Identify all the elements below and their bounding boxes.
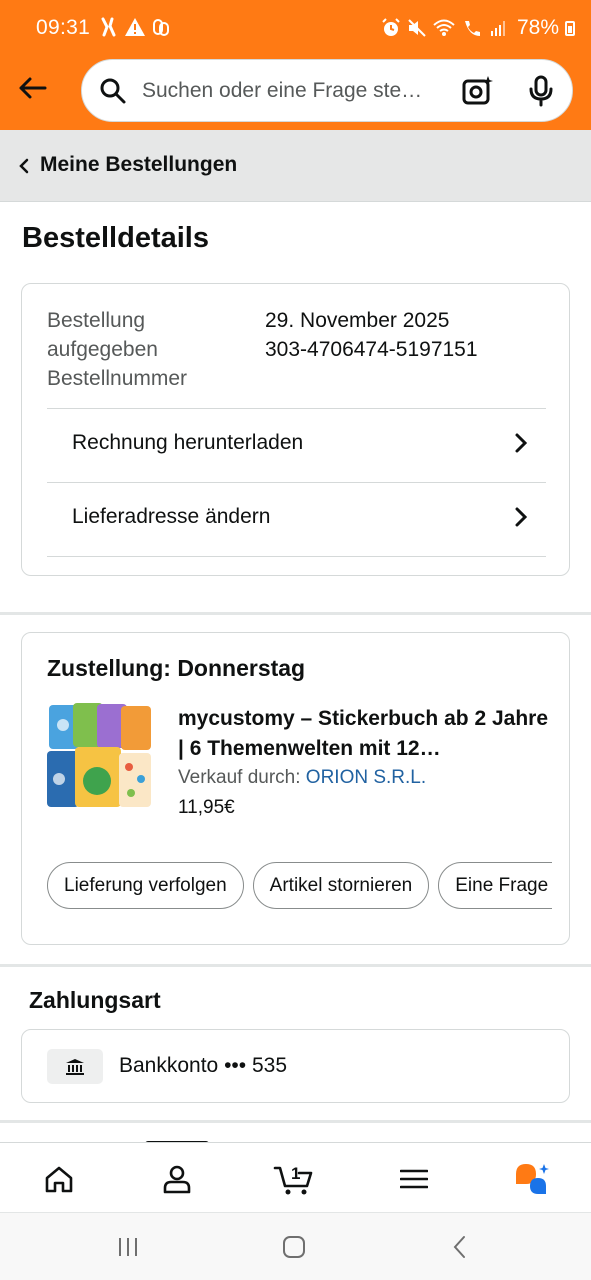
app-notification-icon bbox=[101, 17, 116, 37]
microphone-icon[interactable] bbox=[528, 75, 554, 112]
system-status-icons bbox=[381, 18, 509, 38]
order-number-label: Bestellnummer bbox=[47, 367, 188, 390]
wifi-icon bbox=[433, 19, 455, 36]
payment-heading: Zahlungsart bbox=[29, 987, 161, 1013]
chevron-left-icon bbox=[18, 157, 30, 180]
system-back-icon[interactable] bbox=[440, 1231, 480, 1263]
product-image[interactable] bbox=[47, 701, 153, 809]
bank-icon bbox=[47, 1049, 103, 1084]
notification-icons bbox=[100, 17, 170, 37]
wifi-call-icon bbox=[465, 21, 480, 36]
product-title[interactable]: mycustomy – Stickerbuch ab 2 Jahre | 6 T… bbox=[178, 704, 548, 764]
recent-apps-icon[interactable] bbox=[108, 1231, 148, 1263]
home-icon[interactable] bbox=[37, 1157, 81, 1201]
bottom-navigation: 1 bbox=[0, 1142, 591, 1212]
order-info-values: 29. November 2025 303-4706474-5197151 bbox=[265, 306, 478, 364]
order-placed-label: Bestellung aufgegeben bbox=[47, 309, 158, 361]
change-address-row[interactable]: Lieferadresse ändern bbox=[47, 482, 546, 556]
track-delivery-button[interactable]: Lieferung verfolgen bbox=[47, 862, 244, 909]
product-price: 11,95€ bbox=[178, 797, 235, 818]
chevron-right-icon bbox=[514, 506, 528, 533]
alarm-icon bbox=[382, 18, 400, 36]
section-divider bbox=[0, 612, 591, 615]
action-chips: Lieferung verfolgen Artikel stornieren Ein… bbox=[47, 862, 552, 910]
cart-icon[interactable]: 1 bbox=[272, 1157, 316, 1201]
app-header: 09:31 78% Suchen oder eine Frage ste… bbox=[0, 0, 591, 130]
cancel-item-button[interactable]: Artikel stornieren bbox=[252, 862, 430, 909]
battery-icon bbox=[565, 21, 575, 36]
download-invoice-row[interactable]: Rechnung herunterladen bbox=[47, 408, 546, 482]
section-divider bbox=[0, 1120, 591, 1123]
seller-prefix: Verkauf durch: bbox=[178, 767, 306, 788]
menu-icon[interactable] bbox=[392, 1157, 436, 1201]
row-divider bbox=[47, 556, 546, 557]
download-invoice-label: Rechnung herunterladen bbox=[72, 431, 304, 454]
home-button-icon[interactable] bbox=[274, 1231, 314, 1263]
change-address-label: Lieferadresse ändern bbox=[72, 505, 271, 528]
ask-question-button[interactable]: Eine Frage zum Produkt stellen bbox=[438, 862, 552, 909]
back-arrow-icon[interactable] bbox=[14, 70, 50, 106]
status-bar: 09:31 78% bbox=[0, 0, 591, 58]
order-placed-value: 29. November 2025 bbox=[265, 309, 450, 332]
order-info-card: Bestellung aufgegeben Bestellnummer 29. … bbox=[21, 283, 570, 576]
payment-method: Bankkonto ••• 535 bbox=[119, 1054, 287, 1077]
search-icon bbox=[99, 77, 127, 110]
search-input[interactable]: Suchen oder eine Frage ste… bbox=[142, 79, 448, 103]
breadcrumb[interactable]: Meine Bestellungen bbox=[0, 130, 591, 202]
breadcrumb-label[interactable]: Meine Bestellungen bbox=[40, 153, 237, 177]
warning-icon bbox=[125, 18, 145, 36]
mute-icon bbox=[408, 19, 426, 37]
shipment-card: Zustellung: Donnerstag mycustomy – Stick… bbox=[21, 632, 570, 945]
account-icon[interactable] bbox=[155, 1157, 199, 1201]
system-navigation-bar bbox=[0, 1212, 591, 1280]
delivery-heading: Zustellung: Donnerstag bbox=[47, 655, 306, 681]
rufus-icon[interactable] bbox=[510, 1157, 554, 1201]
signal-icon bbox=[491, 21, 505, 36]
seller-link[interactable]: ORION S.R.L. bbox=[306, 767, 426, 788]
status-time: 09:31 bbox=[36, 16, 91, 39]
order-info-labels: Bestellung aufgegeben Bestellnummer bbox=[47, 306, 247, 393]
battery-percentage: 78% bbox=[516, 16, 559, 39]
cart-count: 1 bbox=[291, 1164, 300, 1183]
payment-card: Bankkonto ••• 535 bbox=[21, 1029, 570, 1103]
search-bar[interactable]: Suchen oder eine Frage ste… bbox=[81, 59, 573, 122]
camera-search-icon[interactable] bbox=[461, 74, 495, 113]
page-title: Bestelldetails bbox=[22, 222, 209, 254]
section-divider bbox=[0, 964, 591, 967]
app-badge-icon bbox=[153, 19, 169, 36]
seller-info: Verkauf durch: ORION S.R.L. bbox=[178, 767, 426, 789]
order-number-value: 303-4706474-5197151 bbox=[265, 338, 478, 361]
chevron-right-icon bbox=[514, 432, 528, 459]
